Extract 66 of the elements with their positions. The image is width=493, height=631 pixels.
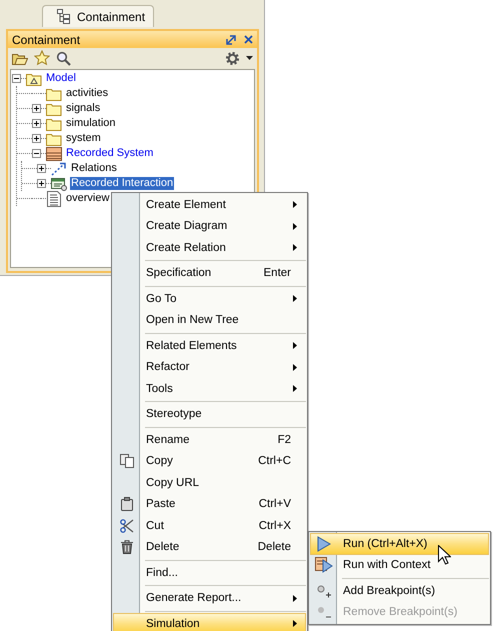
stacked-box-icon (46, 146, 62, 160)
trash-icon (121, 540, 133, 554)
tree-item[interactable]: activities (65, 87, 110, 100)
menu-item[interactable]: Related Elements (113, 335, 306, 356)
tree-item[interactable]: Recorded System (65, 147, 154, 160)
menu-item[interactable]: Open in New Tree (113, 310, 306, 331)
expand-icon[interactable] (37, 179, 46, 188)
menu-item[interactable]: Go To (113, 288, 306, 310)
expand-icon[interactable] (32, 119, 41, 128)
menu-item[interactable]: Cut Ctrl+X (113, 515, 306, 536)
folder-icon (46, 86, 62, 100)
copy-icon (120, 454, 134, 468)
collapse-icon[interactable] (32, 149, 41, 158)
tree-item[interactable]: Model (45, 72, 77, 85)
arrow-icon (51, 162, 67, 176)
star-icon[interactable] (34, 50, 50, 66)
breakpoint-add-icon (316, 582, 332, 599)
menu-item[interactable]: Create Relation (113, 237, 306, 258)
menu-item[interactable]: Create Diagram (113, 216, 306, 237)
open-folder-icon[interactable] (12, 51, 28, 65)
tree-item[interactable]: system (65, 132, 102, 145)
menu-item[interactable]: Add Breakpoint(s) (310, 580, 489, 602)
window-icon (51, 176, 67, 190)
menu-item[interactable]: Find... (113, 562, 306, 584)
close-icon[interactable] (244, 35, 253, 44)
menu-item[interactable]: Create Element (113, 194, 306, 216)
menu-item[interactable]: Delete Delete (113, 536, 306, 558)
menu-item[interactable]: Specification Enter (113, 262, 306, 284)
menu-item[interactable]: Simulation (113, 613, 306, 631)
menu-item[interactable]: Run with Context (310, 554, 489, 576)
menu-item[interactable]: Copy URL (113, 472, 306, 494)
collapse-icon[interactable] (12, 74, 21, 83)
menu-item[interactable]: Paste Ctrl+V (113, 494, 306, 515)
menu-item[interactable]: Run (Ctrl+Alt+X) (310, 533, 489, 554)
expand-icon[interactable] (37, 164, 46, 173)
expand-icon[interactable] (32, 134, 41, 143)
folder-icon (46, 132, 62, 146)
clipboard-icon (121, 497, 133, 512)
play-document-icon (315, 556, 333, 574)
menu-item[interactable]: Copy Ctrl+C (113, 450, 306, 472)
folder-icon (46, 102, 62, 116)
package-icon (26, 72, 42, 86)
breakpoint-remove-icon (316, 604, 332, 620)
pointer-icon (438, 545, 451, 565)
panel-title: Containment (12, 32, 80, 46)
menu-item[interactable]: Refactor (113, 356, 306, 378)
tree-item[interactable]: signals (65, 102, 102, 115)
menu-item[interactable]: Rename F2 (113, 429, 306, 450)
tree-item[interactable]: Recorded Interaction (70, 177, 174, 190)
scissors-icon (120, 518, 134, 533)
tree-item[interactable]: Relations (70, 162, 118, 175)
play-icon (317, 536, 331, 552)
tree-item[interactable]: overview (65, 192, 110, 205)
menu-item[interactable]: Generate Report... (113, 588, 306, 609)
expand-icon[interactable] (32, 104, 41, 113)
tree-item[interactable]: simulation (65, 117, 117, 130)
dropdown-caret-icon[interactable] (246, 56, 253, 60)
search-icon[interactable] (56, 50, 71, 66)
document-icon (46, 190, 62, 206)
restore-icon[interactable] (226, 34, 236, 44)
menu-item[interactable]: Stereotype (113, 404, 306, 425)
menu-item[interactable]: Tools (113, 378, 306, 400)
folder-icon (46, 116, 62, 130)
containment-tab[interactable]: Containment (42, 5, 154, 27)
hierarchy-icon (57, 9, 71, 24)
settings-icon[interactable] (225, 50, 240, 66)
